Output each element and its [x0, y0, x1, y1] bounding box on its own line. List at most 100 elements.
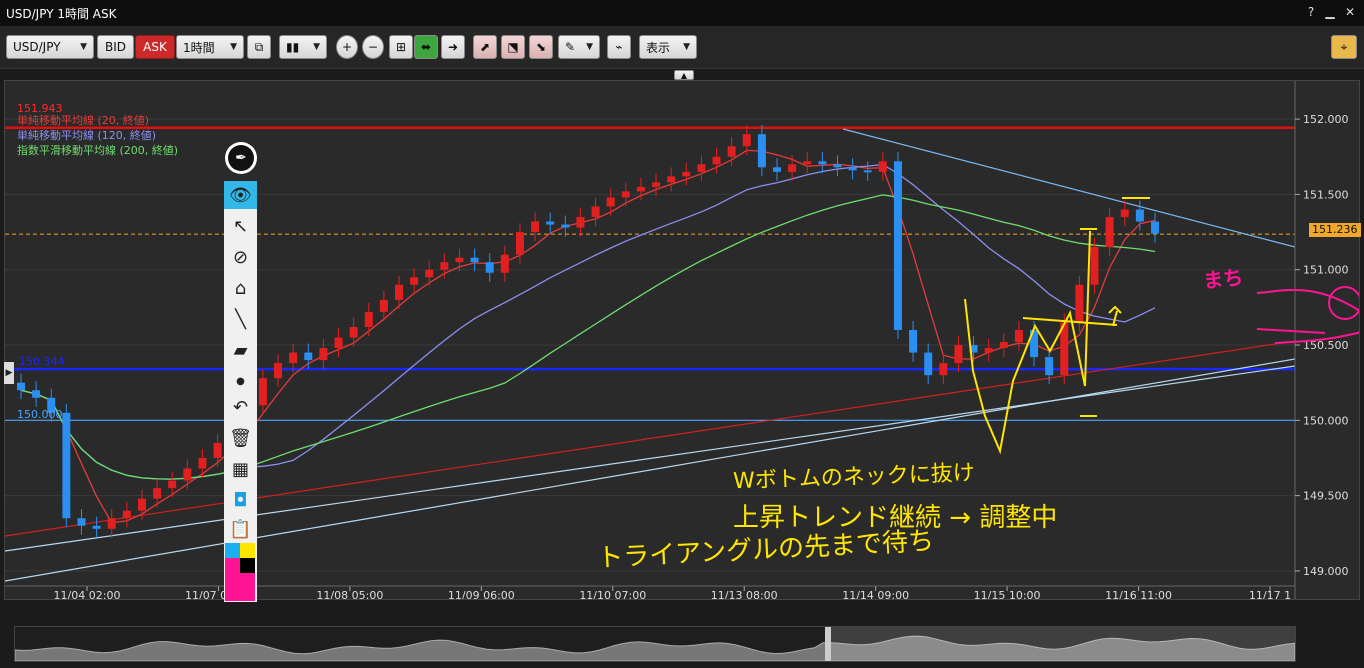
candle	[561, 224, 570, 228]
candle	[1014, 329, 1023, 343]
tag-icon[interactable]: ⌂	[224, 274, 257, 302]
navigator-overview[interactable]	[14, 626, 1296, 662]
candle	[712, 156, 721, 165]
close-icon[interactable]: ✕	[1342, 4, 1358, 20]
target-icon[interactable]: ⌖	[1331, 35, 1357, 59]
time-tick-label: 11/10 07:00	[579, 589, 646, 599]
eye-icon[interactable]: 👁	[224, 181, 257, 209]
crosshair-icon[interactable]: ⊞	[389, 35, 413, 59]
color-yellow[interactable]	[240, 543, 255, 558]
bid-button[interactable]: BID	[97, 35, 134, 59]
ask-label: ASK	[143, 40, 167, 54]
legend-ema200: 指数平滑移動平均線 (200, 終値)	[17, 144, 179, 157]
bid-label: BID	[104, 40, 126, 54]
candle	[364, 311, 373, 327]
resistance-label: 151.943	[17, 102, 63, 115]
candle	[32, 390, 41, 398]
time-tick-label: 11/04 02:00	[54, 589, 121, 599]
navigator-handle[interactable]	[825, 627, 831, 661]
candle	[939, 363, 948, 376]
candle	[334, 337, 343, 349]
no-entry-icon[interactable]: ⊘	[224, 243, 257, 271]
candle	[924, 352, 933, 376]
current-color-swatch[interactable]	[225, 573, 255, 601]
candle	[395, 284, 403, 300]
candle	[621, 191, 630, 198]
link-icon[interactable]: ⧉	[247, 35, 271, 59]
chevron-down-icon: ▼	[586, 42, 593, 52]
undo-icon[interactable]: ↶	[224, 393, 257, 421]
camera-icon[interactable]: ◘	[224, 486, 257, 514]
candle	[17, 382, 25, 391]
candle	[1151, 221, 1159, 234]
candle	[515, 232, 524, 255]
scroll-end-icon[interactable]: ➜	[441, 35, 465, 59]
chart-canvas: 152.000151.500151.000150.500150.000149.5…	[5, 81, 1359, 599]
candle	[92, 525, 101, 529]
candle	[183, 468, 192, 481]
indicator-lines	[5, 126, 1296, 582]
display-menu[interactable]: 表示 ▼	[639, 35, 697, 59]
fountain-pen-icon: ✒	[228, 145, 254, 171]
candle	[1075, 284, 1084, 323]
navigator-window[interactable]	[831, 627, 1295, 661]
candle	[62, 412, 71, 519]
trash-icon[interactable]: 🗑	[224, 424, 257, 452]
symbol-select[interactable]: USD/JPY ▼	[6, 35, 94, 59]
candle	[546, 221, 555, 225]
candle	[77, 518, 86, 526]
line-tool-icon[interactable]: ╲	[224, 305, 257, 333]
clipboard-icon[interactable]: 📋	[224, 515, 257, 543]
candle	[652, 182, 661, 187]
candle	[878, 161, 887, 172]
price-chart[interactable]: 152.000 151.500 151.000 150.500 150.000 149.5…	[4, 80, 1361, 600]
candle	[304, 352, 313, 361]
trend-line-upper	[842, 128, 1296, 248]
order-sell-icon[interactable]: ⬊	[529, 35, 553, 59]
minimize-icon[interactable]: ▁	[1322, 4, 1338, 20]
support-label: 150.000	[17, 408, 63, 421]
blue-line-label: 150.344	[19, 355, 65, 368]
chevron-down-icon: ▼	[230, 42, 237, 52]
drawing-tools-select[interactable]: ✎ ▼	[558, 35, 600, 59]
time-axis: 11/04 02:00 11/07 04:00 11/08 05:00 11/09 0…	[5, 585, 1295, 599]
fit-icon[interactable]: ⬌	[414, 35, 438, 59]
candle	[485, 262, 494, 273]
zoom-in-icon[interactable]: +	[336, 35, 358, 59]
candle	[213, 442, 222, 458]
candle	[682, 171, 691, 177]
timeframe-select[interactable]: 1時間 ▼	[176, 35, 244, 59]
cursor-icon[interactable]: ↖	[224, 212, 257, 240]
dot-icon[interactable]: ●	[224, 367, 257, 395]
color-magenta[interactable]	[225, 558, 240, 573]
candle	[198, 457, 207, 469]
candle	[349, 326, 358, 338]
candle	[803, 161, 812, 165]
collapse-toolbar-icon[interactable]: ▲	[674, 70, 694, 80]
chart-type-select[interactable]: ▮▮ ▼	[279, 35, 327, 59]
zoom-out-icon[interactable]: −	[362, 35, 384, 59]
expand-left-icon[interactable]: ▶	[4, 362, 14, 384]
help-icon[interactable]: ?	[1303, 4, 1319, 20]
legend-sma120: 単純移動平均線 (120, 終値)	[17, 129, 157, 142]
candle	[984, 348, 993, 353]
indicator-icon[interactable]: ⌁	[607, 35, 631, 59]
candle	[410, 277, 419, 285]
order-edit-icon[interactable]: ⬔	[501, 35, 525, 59]
time-tick-label: 11/16 11:00	[1105, 589, 1172, 599]
price-tick-label: 150.000	[1303, 414, 1349, 427]
candle	[137, 498, 146, 511]
candle	[500, 254, 509, 273]
pen-tool-toggle[interactable]: ✒	[225, 142, 257, 174]
time-tick-label: 11/17 1	[1249, 589, 1291, 599]
grid	[5, 118, 1295, 572]
color-cyan[interactable]	[225, 543, 240, 558]
color-black[interactable]	[240, 558, 255, 573]
candle	[954, 345, 963, 364]
chevron-down-icon: ▼	[313, 42, 320, 52]
eraser-icon[interactable]: ▰	[224, 336, 257, 364]
candle	[848, 167, 857, 171]
ask-button[interactable]: ASK	[135, 35, 175, 59]
stamp-icon[interactable]: ▦	[224, 455, 257, 483]
order-buy-icon[interactable]: ⬈	[473, 35, 497, 59]
